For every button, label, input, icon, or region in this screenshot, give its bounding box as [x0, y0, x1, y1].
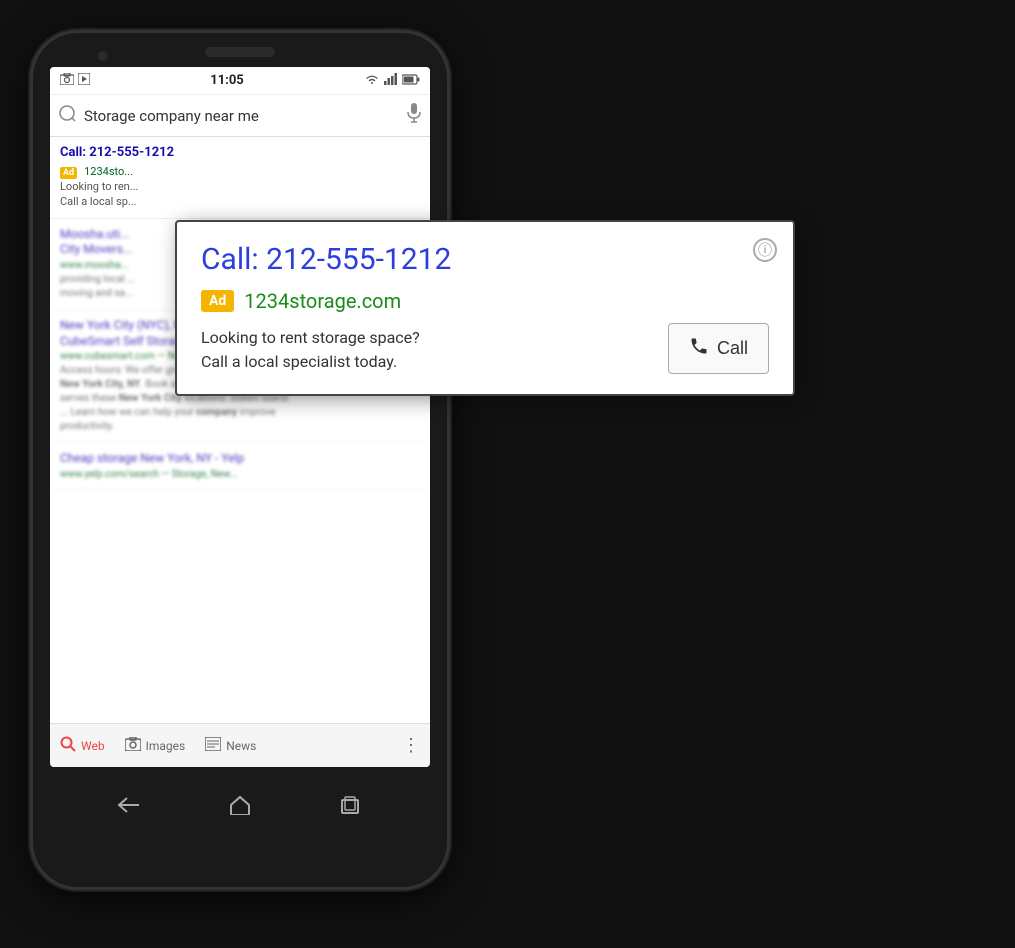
status-bar: 11:05 [50, 67, 430, 95]
tab-more[interactable]: ⋮ [402, 735, 420, 756]
ad-card-bottom: Looking to rent storage space?Call a loc… [201, 323, 769, 374]
ad-result-small[interactable]: Call: 212-555-1212 Ad 1234sto... Looking… [50, 137, 430, 219]
status-icons-right [364, 73, 420, 88]
phone-body: 11:05 [30, 30, 450, 890]
ad-badge-large: Ad [201, 290, 234, 312]
ad-desc-small: Looking to ren... Call a local sp... [60, 179, 420, 210]
tab-web[interactable]: Web [60, 736, 105, 756]
ad-phone-small[interactable]: Call: 212-555-1212 [60, 145, 420, 160]
tab-news-label: News [226, 739, 256, 753]
organic-result-3[interactable]: Cheap storage New York, NY - Yelp www.ye… [50, 443, 430, 491]
phone-screen: 11:05 [50, 67, 430, 767]
newspaper-tab-icon [205, 736, 221, 755]
ad-card-expanded: ⓘ Call: 212-555-1212 Ad 1234storage.com … [175, 220, 795, 396]
info-icon[interactable]: ⓘ [753, 238, 777, 262]
ad-card-phone-number[interactable]: Call: 212-555-1212 [201, 242, 769, 277]
ad-url-small: 1234sto... [84, 165, 133, 178]
phone-call-icon [689, 336, 709, 361]
call-button[interactable]: Call [668, 323, 769, 374]
ad-card-url-row: Ad 1234storage.com [201, 289, 769, 313]
organic-title-3: Cheap storage New York, NY - Yelp [60, 451, 420, 467]
status-icons-left [60, 73, 90, 88]
tab-images[interactable]: Images [125, 736, 186, 755]
organic-url-3: www.yelp.com/search — Storage, New... [60, 469, 420, 480]
ad-badge-small: Ad [60, 167, 77, 179]
search-query: Storage company near me [84, 107, 398, 125]
tab-bar: Web Images News ⋮ [50, 723, 430, 767]
camera-tab-icon [125, 736, 141, 755]
phone-top [33, 33, 447, 57]
play-icon [78, 73, 90, 88]
home-button[interactable] [225, 795, 255, 815]
tab-news[interactable]: News [205, 736, 256, 755]
battery-icon [402, 74, 420, 88]
tab-images-label: Images [146, 739, 186, 753]
photo-icon [60, 73, 74, 88]
google-icon [58, 104, 76, 127]
search-tab-icon [60, 736, 76, 756]
call-button-label: Call [717, 338, 748, 359]
status-time: 11:05 [210, 73, 244, 88]
phone-nav-buttons [33, 775, 447, 835]
tab-web-label: Web [81, 739, 105, 753]
back-button[interactable] [114, 795, 144, 815]
mic-icon[interactable] [406, 103, 422, 128]
ad-card-website[interactable]: 1234storage.com [244, 289, 401, 313]
recents-button[interactable] [336, 795, 366, 815]
search-bar[interactable]: Storage company near me [50, 95, 430, 137]
front-camera [98, 51, 108, 61]
phone-speaker [205, 47, 275, 57]
signal-icon [384, 73, 398, 88]
wifi-icon [364, 73, 380, 88]
phone-device: 11:05 [30, 30, 450, 890]
ad-card-description: Looking to rent storage space?Call a loc… [201, 326, 668, 374]
